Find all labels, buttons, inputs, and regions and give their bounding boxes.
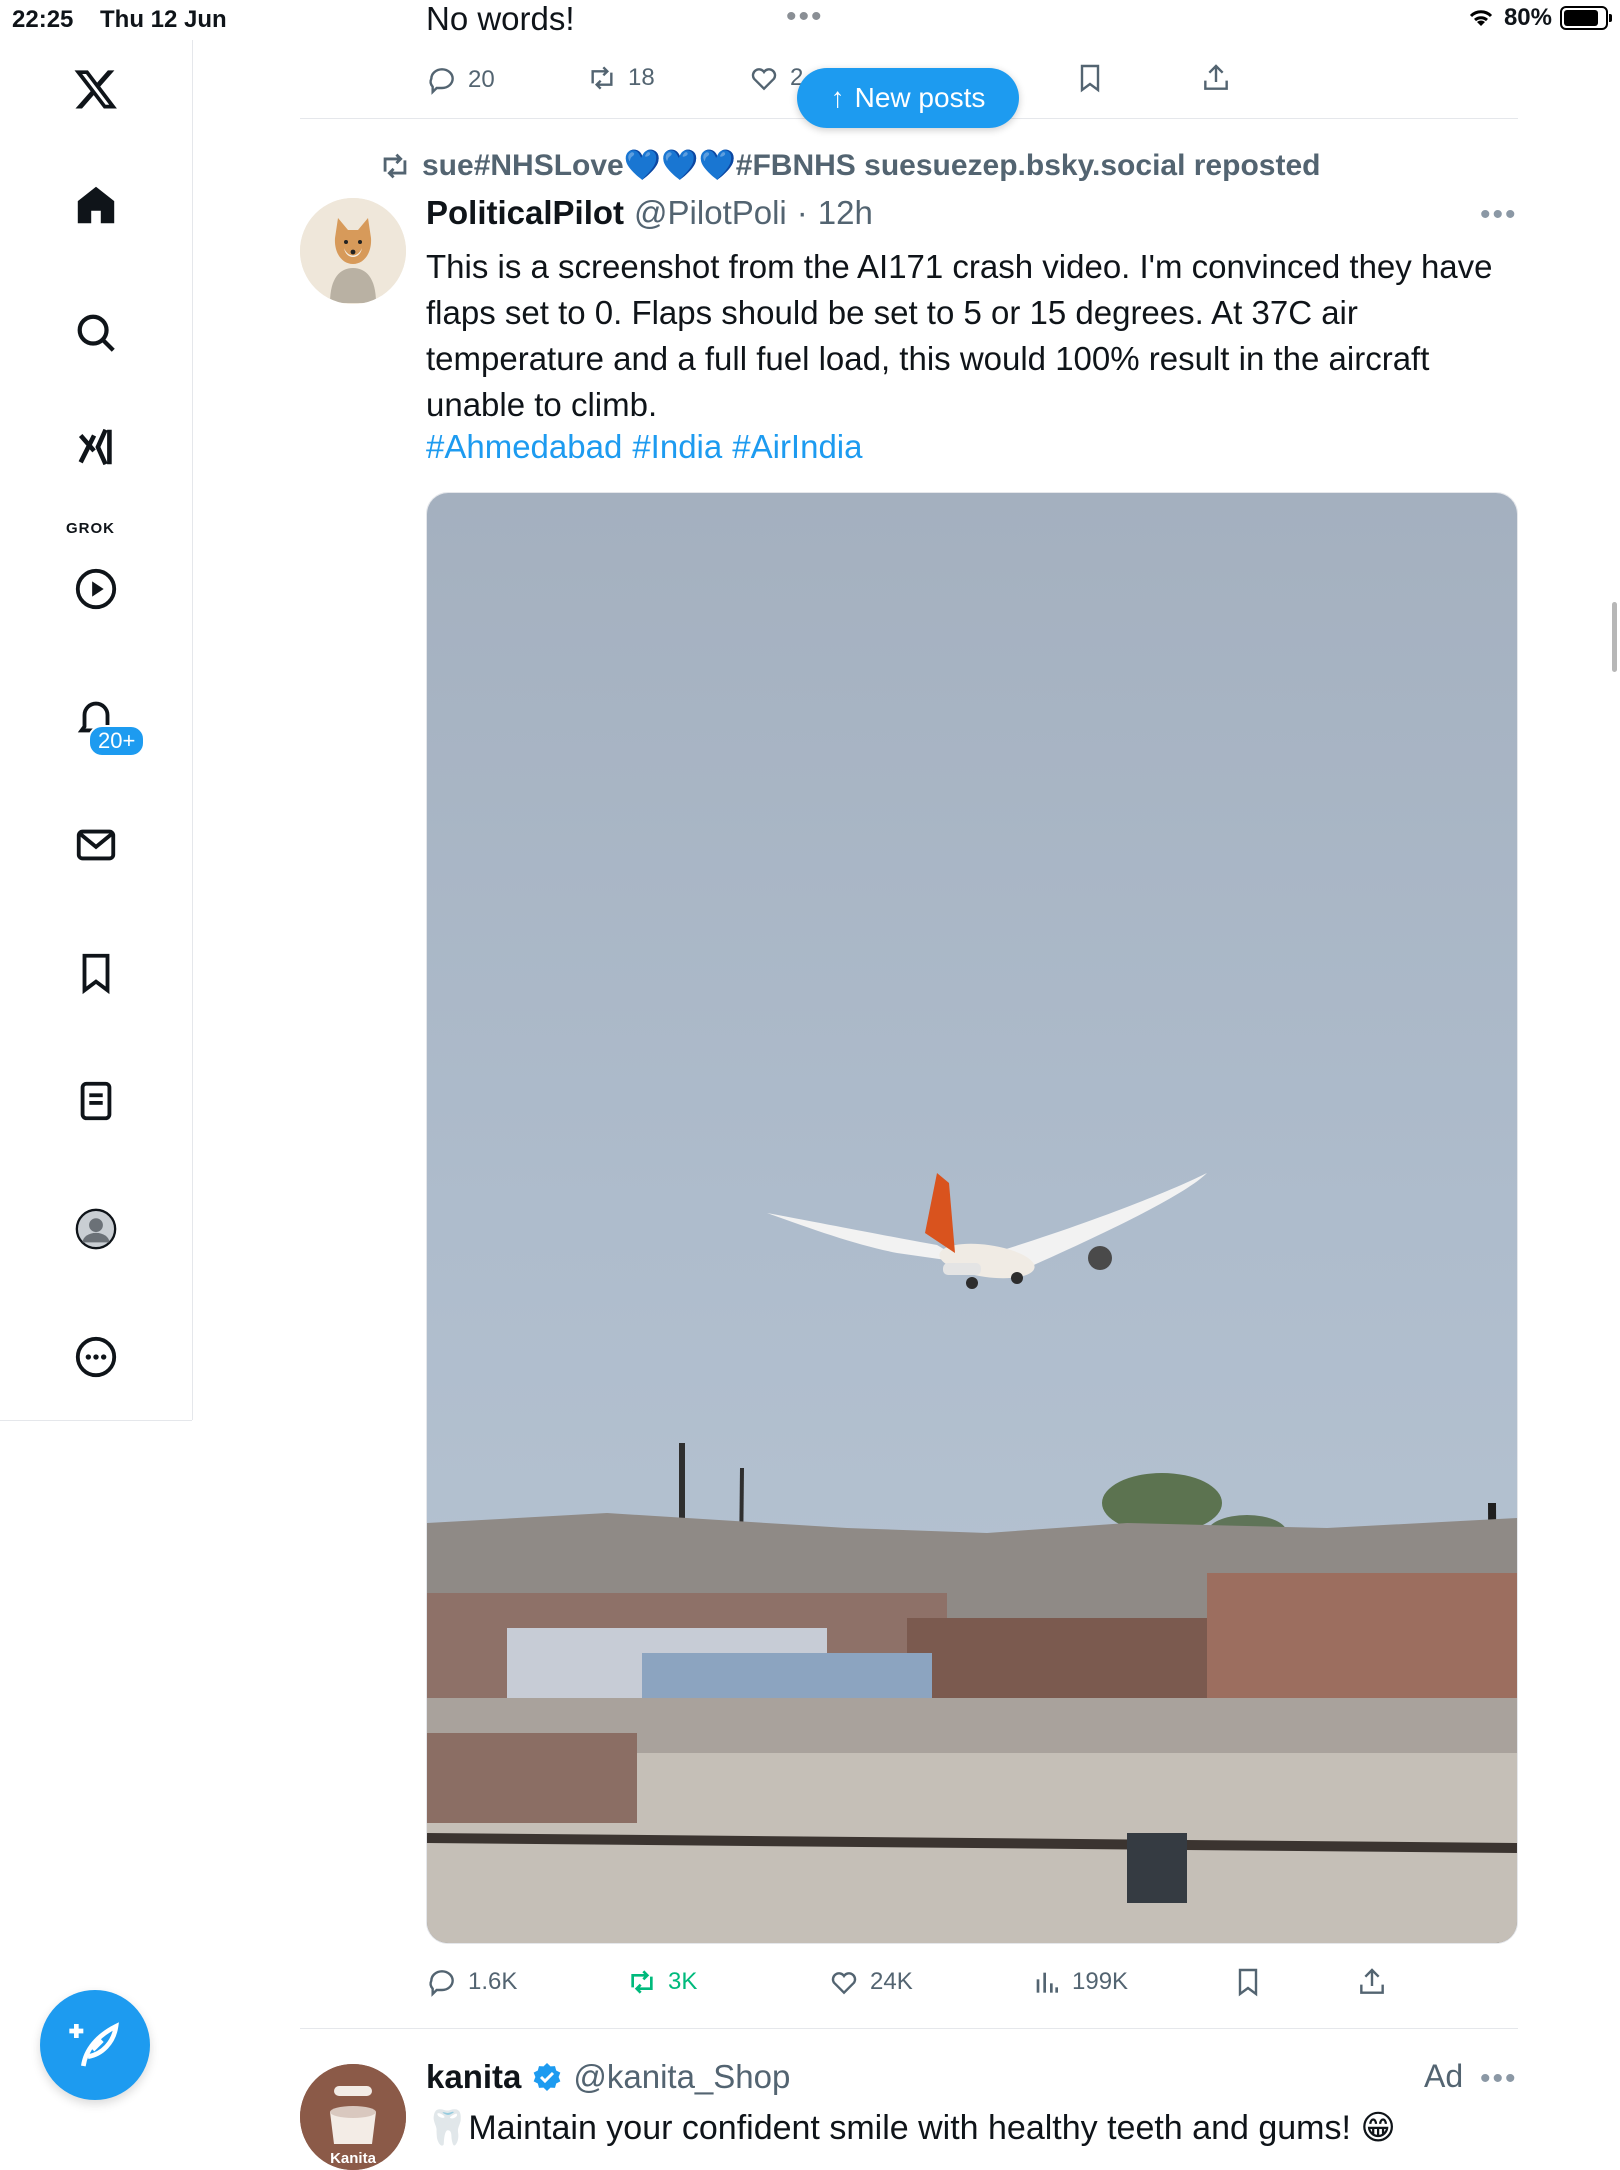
views-chart-icon bbox=[1036, 1972, 1058, 1993]
grok-label: GROK bbox=[66, 520, 115, 537]
repost-icon bbox=[631, 1970, 653, 1994]
status-time: 22:25 bbox=[12, 6, 74, 33]
author-name[interactable]: PoliticalPilot bbox=[426, 194, 624, 232]
reply-icon bbox=[429, 68, 454, 95]
scrollbar-indicator[interactable] bbox=[1612, 602, 1617, 672]
previous-repost-count: 18 bbox=[628, 64, 655, 91]
wifi-icon bbox=[1469, 10, 1493, 26]
like-button[interactable]: 24K bbox=[828, 1966, 913, 1998]
arrow-up-icon: ↑ bbox=[830, 82, 845, 113]
ad-more-icon[interactable]: ••• bbox=[1480, 2062, 1518, 2096]
multitasking-dots-icon[interactable]: ••• bbox=[786, 0, 824, 34]
search-icon[interactable] bbox=[71, 308, 121, 358]
compose-post-button[interactable] bbox=[40, 1990, 150, 2100]
lists-icon[interactable] bbox=[71, 1076, 121, 1126]
previous-repost-button[interactable]: 18 bbox=[586, 62, 655, 94]
views-button[interactable]: 199K bbox=[1030, 1966, 1128, 1998]
new-posts-label: New posts bbox=[854, 82, 986, 113]
repost-icon bbox=[383, 153, 407, 178]
separator-dot: · bbox=[796, 194, 808, 231]
x-logo-icon[interactable] bbox=[71, 64, 121, 114]
notifications-badge: 20+ bbox=[88, 725, 146, 757]
like-count: 24K bbox=[870, 1968, 913, 1995]
tweet-header: PoliticalPilot @PilotPoli · 12h bbox=[426, 194, 873, 232]
author-avatar[interactable] bbox=[300, 198, 406, 304]
sidebar: GROK 20+ bbox=[0, 40, 193, 1420]
heart-icon bbox=[831, 1972, 857, 1995]
views-count: 199K bbox=[1072, 1968, 1129, 1995]
repost-count: 3K bbox=[668, 1968, 698, 1995]
author-handle[interactable]: @PilotPoli bbox=[634, 194, 787, 232]
tweet-media-image[interactable] bbox=[426, 492, 1518, 1944]
sidebar-divider bbox=[0, 1420, 192, 1421]
repost-icon bbox=[591, 66, 613, 90]
post-divider bbox=[300, 2028, 1518, 2029]
advertiser-name[interactable]: kanita bbox=[426, 2058, 521, 2096]
compose-feather-icon bbox=[69, 2022, 119, 2067]
avatar-label: Kanita bbox=[330, 2150, 376, 2167]
advertiser-handle[interactable]: @kanita_Shop bbox=[573, 2058, 790, 2096]
tweet-hashtags: #Ahmedabad #India #AirIndia bbox=[426, 428, 863, 466]
bookmark-icon bbox=[1080, 64, 1100, 93]
new-posts-button[interactable]: ↑ New posts bbox=[797, 68, 1019, 128]
home-icon[interactable] bbox=[71, 180, 121, 230]
airplane-photo bbox=[427, 493, 1517, 1943]
ad-header: kanita @kanita_Shop bbox=[426, 2058, 790, 2096]
repost-context[interactable]: sue#NHSLove💙💙💙#FBNHS suesuezep.bsky.soci… bbox=[378, 148, 1320, 183]
verified-badge-icon bbox=[534, 2063, 561, 2091]
previous-reply-button[interactable]: 20 bbox=[426, 64, 495, 96]
status-date: Thu 12 Jun bbox=[100, 6, 227, 33]
previous-share-button[interactable] bbox=[1200, 62, 1232, 94]
repost-button[interactable]: 3K bbox=[626, 1966, 697, 1998]
status-bar: 22:25 Thu 12 Jun ••• 80% bbox=[0, 0, 1620, 40]
battery-icon bbox=[1560, 6, 1612, 30]
reply-button[interactable]: 1.6K bbox=[426, 1966, 517, 1998]
battery-percent: 80% bbox=[1503, 4, 1552, 31]
profile-avatar-icon[interactable] bbox=[71, 1204, 121, 1254]
bookmark-icon bbox=[1238, 1968, 1258, 1997]
previous-bookmark-button[interactable] bbox=[1074, 62, 1106, 94]
video-play-icon[interactable] bbox=[71, 564, 121, 614]
ad-text: 🦷Maintain your confident smile with heal… bbox=[426, 2109, 1396, 2147]
share-icon bbox=[1360, 1968, 1384, 1994]
messages-envelope-icon[interactable] bbox=[71, 820, 121, 870]
heart-icon bbox=[751, 68, 777, 91]
tweet-more-icon[interactable]: ••• bbox=[1480, 198, 1518, 232]
hashtag-link[interactable]: #AirIndia bbox=[732, 428, 862, 466]
grok-icon[interactable] bbox=[71, 422, 121, 472]
reply-icon bbox=[429, 1970, 454, 1997]
previous-like-button[interactable]: 2 bbox=[748, 62, 803, 94]
hashtag-link[interactable]: #India bbox=[632, 428, 722, 466]
share-button[interactable] bbox=[1356, 1966, 1388, 1998]
previous-post-text: No words! bbox=[426, 0, 575, 37]
advertiser-avatar[interactable]: Kanita bbox=[300, 2064, 406, 2170]
more-options-icon[interactable] bbox=[71, 1332, 121, 1382]
tweet-time[interactable]: 12h bbox=[818, 194, 873, 232]
repost-context-text: sue#NHSLove💙💙💙#FBNHS suesuezep.bsky.soci… bbox=[422, 149, 1321, 182]
bookmarks-icon[interactable] bbox=[71, 948, 121, 998]
bookmark-button[interactable] bbox=[1232, 1966, 1264, 1998]
tweet-text: This is a screenshot from the AI171 cras… bbox=[426, 248, 1493, 423]
status-right: 80% bbox=[1466, 4, 1612, 32]
hashtag-link[interactable]: #Ahmedabad bbox=[426, 428, 622, 466]
ad-label: Ad bbox=[1424, 2058, 1464, 2094]
reply-count: 1.6K bbox=[468, 1968, 518, 1995]
share-icon bbox=[1204, 64, 1228, 90]
previous-reply-count: 20 bbox=[468, 66, 495, 93]
